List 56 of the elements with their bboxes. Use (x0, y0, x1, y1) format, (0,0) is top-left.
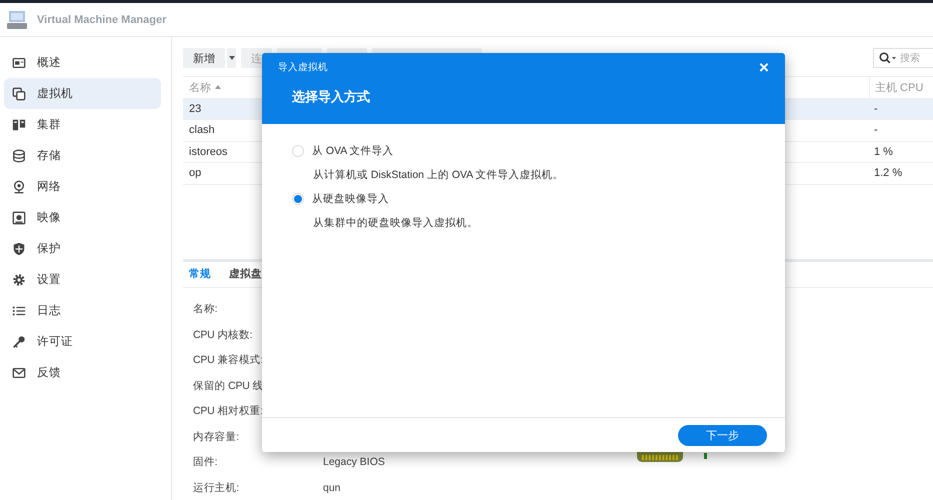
radio-button[interactable] (292, 145, 304, 157)
dialog-title: 导入虚拟机 (278, 61, 329, 74)
app-logo-icon (6, 8, 28, 30)
sidebar-item[interactable]: 日志 (4, 295, 161, 326)
add-button[interactable]: 新增 (183, 48, 225, 68)
sidebar-item[interactable]: 反馈 (4, 357, 161, 388)
table-cell: istoreos (189, 146, 228, 158)
field-value: qun (323, 482, 341, 494)
radio-button[interactable] (292, 193, 304, 205)
mail-icon (12, 366, 26, 380)
app-title: Virtual Machine Manager (37, 14, 166, 26)
copy-icon (12, 86, 26, 100)
database-icon (12, 148, 26, 162)
dropdown-button[interactable] (226, 48, 236, 68)
servers-icon (12, 118, 26, 132)
sidebar-item[interactable]: 集群 (4, 109, 161, 140)
sidebar-item[interactable]: 存储 (4, 140, 161, 171)
field-label: 内存容量: (193, 430, 240, 444)
option-description: 从计算机或 DiskStation 上的 OVA 文件导入虚拟机。 (312, 168, 565, 182)
list-icon (12, 304, 26, 318)
table-cell: clash (189, 124, 215, 136)
field-label: 运行主机: (193, 480, 240, 495)
table-cell: 1.2 % (874, 167, 902, 180)
option-description: 从集群中的硬盘映像导入虚拟机。 (312, 216, 479, 230)
search-icon (879, 52, 897, 64)
option-label[interactable]: 从硬盘映像导入 (312, 192, 389, 206)
table-cell: 1 % (874, 146, 893, 158)
dialog-heading: 选择导入方式 (292, 88, 371, 106)
sidebar-item[interactable]: 映像 (4, 202, 161, 233)
next-button[interactable]: 下一步 (678, 424, 767, 446)
close-button[interactable]: × (749, 59, 779, 76)
field-label: 名称: (193, 302, 218, 316)
sort-arrow-icon (215, 85, 221, 90)
memory-icon (637, 451, 683, 462)
sidebar-item[interactable]: 保护 (4, 233, 161, 264)
sidebar-item[interactable]: 网络 (4, 171, 161, 202)
key-icon (12, 334, 26, 348)
shield-icon (12, 242, 26, 256)
sidebar-item[interactable]: 设置 (4, 264, 161, 295)
field-label: 固件: (193, 455, 218, 470)
field-label: 保留的 CPU 线 (193, 378, 264, 393)
table-cell: - (874, 102, 878, 115)
detail-tab[interactable]: 虚拟盘 (229, 267, 262, 281)
sidebar-item[interactable]: 虚拟机 (4, 78, 161, 109)
field-value: Legacy BIOS (323, 456, 385, 468)
option-label[interactable]: 从 OVA 文件导入 (312, 144, 394, 158)
overview-icon (12, 56, 26, 70)
caret-icon (228, 56, 234, 60)
table-cell: 23 (189, 102, 202, 115)
settings-icon (12, 272, 26, 286)
table-cell: - (874, 124, 878, 136)
field-label: CPU 内核数: (193, 328, 254, 342)
detail-tab[interactable]: 常规 (189, 267, 211, 281)
sidebar-item[interactable]: 概述 (4, 47, 161, 78)
sidebar-item[interactable]: 许可证 (4, 326, 161, 357)
table-cell: op (189, 167, 202, 180)
